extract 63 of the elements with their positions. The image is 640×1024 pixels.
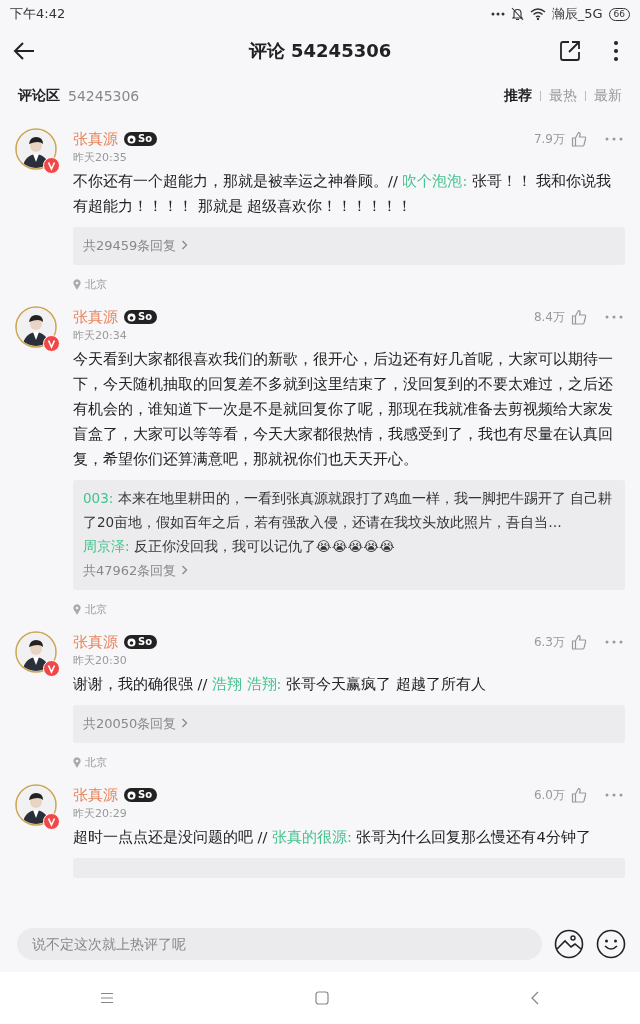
chevron-right-icon (181, 565, 189, 575)
thumbs-up-icon[interactable] (571, 787, 587, 803)
comment-text: 超时一点点还是没问题的吧 // 张真的很源: 张哥为什么回复那么慢还有4分钟了 (73, 828, 592, 847)
thumbs-up-icon[interactable] (571, 634, 587, 650)
dots-icon (490, 12, 505, 16)
location-text: 北京 (85, 602, 107, 617)
location-icon (73, 279, 81, 290)
location-icon (73, 604, 81, 615)
user-link[interactable]: 张真的很源: (272, 829, 352, 845)
thumbs-up-icon[interactable] (571, 309, 587, 325)
level-badge: So (124, 132, 158, 146)
reply-text: 周京泽: 反正你没回我，我可以记仇了😭😭😭😭😭 (83, 537, 396, 556)
image-icon[interactable] (554, 929, 584, 959)
user-link[interactable]: 周京泽: (83, 538, 130, 554)
comment-time: 昨天20:29 (73, 806, 128, 821)
section-label: 评论区 (18, 87, 60, 105)
location-text: 北京 (85, 277, 107, 292)
wifi-icon (529, 8, 546, 20)
level-badge: So (124, 788, 158, 802)
comment-text: 不你还有一个超能力，那就是被幸运之神眷顾。// 吹个泡泡: 张哥！！ 我和你说我有超能力！！！！ 那就是 超级喜欢你！！！！！！ (73, 172, 613, 216)
comment-time: 昨天20:34 (73, 328, 128, 343)
sort-tab[interactable]: 推荐 (504, 87, 532, 105)
chevron-right-icon (181, 240, 189, 250)
comment-text: 今天看到大家都很喜欢我们的新歌，很开心，后边还有好几首呢，大家可以期待一下，今天随机抽取的回复差不多就到这里结束了，没回复到的不要太难过，之后还有机会的，谁知道下一次是不是就回复你了呢，那现在我就准备去剪视频给大家发盲盒了，大家可以等等看，今天大家都很热情，我感受到了，我也有尽量在认真回复，希望你们还算满意吧，那就祝你们也天天开心。 (73, 350, 614, 469)
location-text: 北京 (85, 755, 107, 770)
reply-count-link[interactable]: 共47962条回复 (83, 558, 189, 584)
carrier-name: 瀚辰_5G (551, 5, 603, 23)
like-count: 8.4万 (533, 308, 565, 326)
comment-input[interactable]: 说不定这次就上热评了呢 (17, 928, 542, 960)
reply-count-link[interactable]: 共20050条回复 (83, 711, 189, 737)
menu-icon[interactable] (100, 992, 115, 1004)
user-link[interactable]: 003: (83, 490, 114, 506)
sort-tab[interactable]: 最新 (594, 87, 622, 105)
user-name[interactable]: 张真源 (73, 307, 118, 327)
location-icon (73, 757, 81, 768)
more-icon (613, 40, 619, 62)
user-name[interactable]: 张真源 (73, 632, 118, 652)
back-arrow-icon (12, 41, 36, 61)
home-icon[interactable] (315, 991, 329, 1005)
clock: 下午4:42 (10, 5, 66, 23)
like-count: 6.3万 (533, 633, 565, 651)
user-name[interactable]: 张真源 (73, 785, 118, 805)
reply-text: 003: 本来在地里耕田的，一看到张真源就跟打了鸡血一样，我一脚把牛踢开了 自己耕了20亩地，假如百年之后，若有强敌入侵，还请在我坟头放此照片，吾自当… (83, 489, 613, 532)
page-title: 评论 54245306 (248, 40, 392, 61)
comment-count: 54245306 (68, 88, 140, 104)
thumbs-up-icon[interactable] (571, 131, 587, 147)
level-badge: So (124, 635, 158, 649)
share-icon (559, 40, 581, 62)
like-count: 7.9万 (533, 130, 565, 148)
comment-time: 昨天20:35 (73, 150, 128, 165)
comment-text: 谢谢，我的确很强 // 浩翔 浩翔: 张哥今天赢疯了 超越了所有人 (73, 675, 487, 694)
user-link[interactable]: 吹个泡泡: (402, 173, 468, 189)
back-icon[interactable] (529, 991, 540, 1005)
chevron-right-icon (181, 718, 189, 728)
user-name[interactable]: 张真源 (73, 129, 118, 149)
like-count: 6.0万 (533, 786, 565, 804)
user-link[interactable]: 浩翔 浩翔: (212, 676, 282, 692)
sort-tab[interactable]: 最热 (549, 87, 577, 105)
reply-count-link[interactable]: 共29459条回复 (83, 233, 189, 259)
level-badge: So (124, 310, 158, 324)
emoji-icon[interactable] (596, 929, 626, 959)
bell-muted-icon (510, 7, 524, 21)
comment-time: 昨天20:30 (73, 653, 128, 668)
